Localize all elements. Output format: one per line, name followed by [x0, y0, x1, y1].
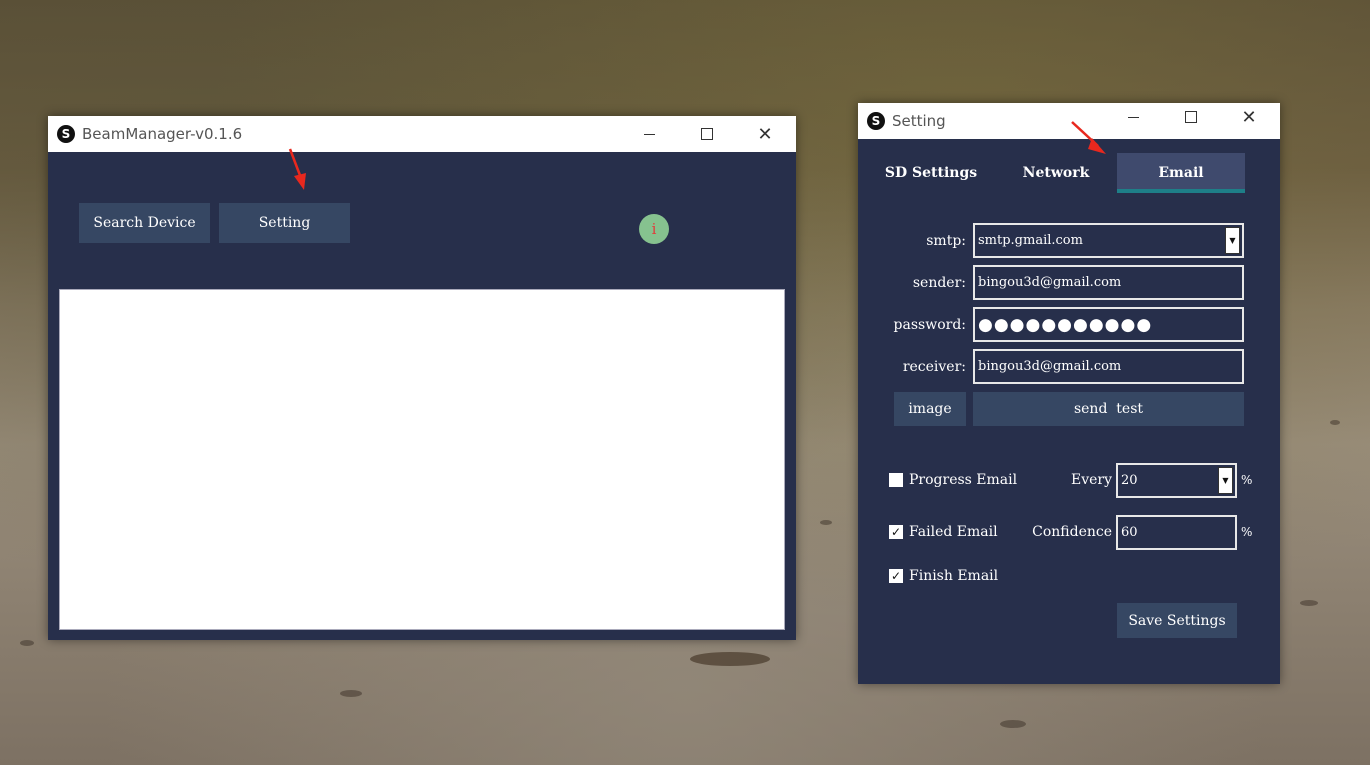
maximize-button[interactable]	[678, 116, 736, 152]
password-field[interactable]: ●●●●●●●●●●●	[973, 307, 1244, 342]
sand-speck	[1330, 420, 1340, 425]
close-icon: ✕	[757, 123, 773, 145]
finish-email-label: Finish Email	[909, 568, 999, 584]
receiver-label: receiver:	[902, 359, 966, 375]
minimize-button[interactable]	[620, 116, 678, 152]
percent-sign: %	[1241, 525, 1253, 539]
password-label: password:	[893, 317, 966, 333]
close-icon: ✕	[1241, 106, 1257, 128]
progress-email-label: Progress Email	[909, 472, 1018, 488]
smtp-select[interactable]: smtp.gmail.com ▼	[973, 223, 1244, 258]
tab-email-label: Email	[1158, 165, 1204, 181]
chevron-down-icon[interactable]: ▼	[1218, 467, 1233, 494]
failed-email-checkbox[interactable]: ✓	[889, 525, 903, 539]
smtp-label: smtp:	[926, 233, 966, 249]
failed-email-label: Failed Email	[909, 524, 998, 540]
check-icon: ✓	[890, 569, 902, 583]
save-settings-button[interactable]: Save Settings	[1117, 603, 1237, 638]
annotation-arrow-email	[1071, 121, 1106, 154]
beam-manager-window: S BeamManager-v0.1.6 ✕ Search Device Set…	[48, 116, 796, 640]
sand-speck	[690, 652, 770, 666]
setting-window-title: Setting	[892, 112, 946, 130]
minimize-icon	[1127, 116, 1139, 118]
search-device-button[interactable]: Search Device	[79, 203, 210, 243]
setting-window: S Setting ✕ SD Settings Network Email sm…	[858, 103, 1280, 684]
confidence-label: Confidence	[1032, 524, 1112, 540]
sand-speck	[1300, 600, 1318, 606]
check-icon: ✓	[890, 525, 902, 539]
app-logo-icon: S	[867, 112, 885, 130]
sand-speck	[340, 690, 362, 697]
tab-sd-settings[interactable]: SD Settings	[876, 153, 986, 193]
active-tab-indicator	[1117, 189, 1245, 193]
minimize-icon	[643, 133, 655, 135]
setting-button[interactable]: Setting	[219, 203, 350, 243]
tab-email[interactable]: Email	[1117, 153, 1245, 193]
finish-email-checkbox[interactable]: ✓	[889, 569, 903, 583]
main-title-bar[interactable]: S BeamManager-v0.1.6 ✕	[48, 116, 796, 152]
maximize-icon	[701, 128, 713, 140]
receiver-field[interactable]: bingou3d@gmail.com	[973, 349, 1244, 384]
chevron-down-icon[interactable]: ▼	[1225, 227, 1240, 254]
device-list-panel[interactable]	[59, 289, 785, 630]
every-value: 20	[1121, 473, 1138, 488]
sender-label: sender:	[912, 275, 966, 291]
close-button[interactable]: ✕	[1220, 99, 1278, 135]
sand-speck	[1000, 720, 1026, 728]
app-logo-icon: S	[57, 125, 75, 143]
send-test-button[interactable]: send test	[973, 392, 1244, 426]
maximize-button[interactable]	[1162, 99, 1220, 135]
minimize-button[interactable]	[1104, 99, 1162, 135]
sender-value: bingou3d@gmail.com	[978, 275, 1122, 290]
confidence-value: 60	[1121, 525, 1138, 540]
every-label: Every	[1070, 472, 1112, 488]
info-icon[interactable]: i	[639, 214, 669, 244]
tab-network[interactable]: Network	[1003, 153, 1109, 193]
password-value: ●●●●●●●●●●●	[978, 314, 1153, 335]
annotation-arrow-setting	[288, 148, 306, 190]
image-button[interactable]: image	[894, 392, 966, 426]
close-button[interactable]: ✕	[736, 116, 794, 152]
progress-email-checkbox[interactable]	[889, 473, 903, 487]
receiver-value: bingou3d@gmail.com	[978, 359, 1122, 374]
sand-speck	[20, 640, 34, 646]
percent-sign: %	[1241, 473, 1253, 487]
sand-speck	[820, 520, 832, 525]
sender-field[interactable]: bingou3d@gmail.com	[973, 265, 1244, 300]
confidence-field[interactable]: 60	[1116, 515, 1237, 550]
every-select[interactable]: 20 ▼	[1116, 463, 1237, 498]
smtp-value: smtp.gmail.com	[978, 233, 1083, 248]
main-window-title: BeamManager-v0.1.6	[82, 125, 243, 143]
maximize-icon	[1185, 111, 1197, 123]
